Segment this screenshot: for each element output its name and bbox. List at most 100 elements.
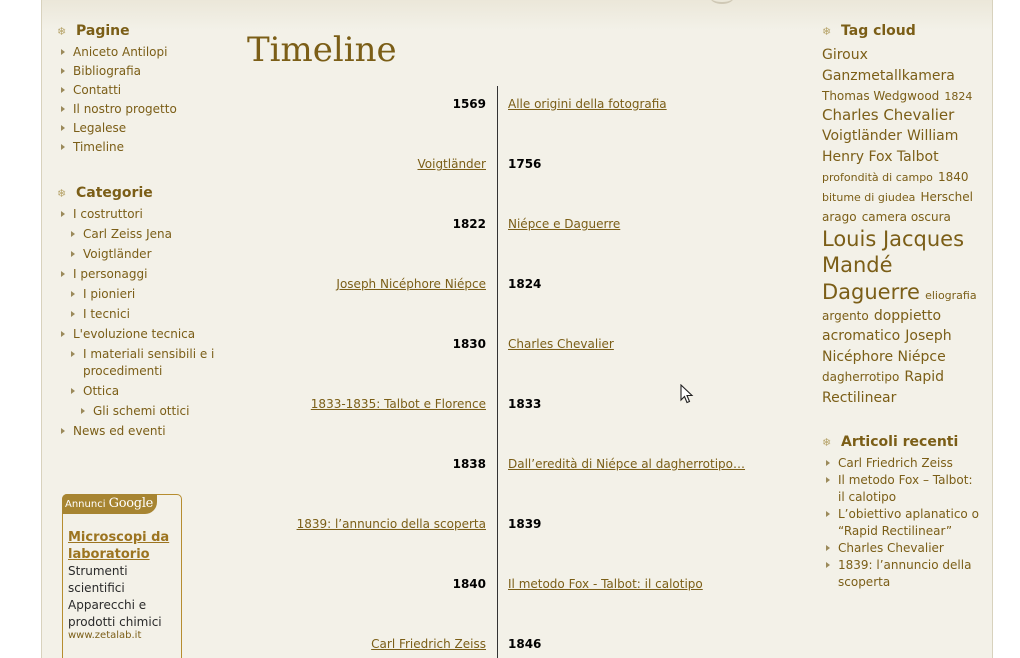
- category-item[interactable]: I pionieri: [57, 286, 217, 303]
- ad-url[interactable]: www.zetalab.it: [68, 630, 141, 641]
- tag-link[interactable]: eliografia: [925, 289, 977, 302]
- bullet-arrow-icon: [61, 106, 65, 112]
- category-link[interactable]: I pionieri: [83, 287, 135, 301]
- mouse-cursor-icon: [680, 384, 694, 404]
- categories-list: I costruttori Carl Zeiss Jena Voigtländer I…: [57, 206, 217, 440]
- tag-link[interactable]: Herschel: [920, 190, 973, 204]
- bullet-arrow-icon: [71, 388, 75, 394]
- category-link[interactable]: I personaggi: [73, 267, 147, 281]
- page-title: Timeline: [247, 30, 397, 70]
- timeline-entry: 1838 Dall’eredità di Niépce al dagherroti…: [242, 457, 802, 477]
- category-link[interactable]: Gli schemi ottici: [93, 404, 189, 418]
- category-link[interactable]: Ottica: [83, 384, 119, 398]
- tag-link[interactable]: Ganzmetallkamera: [822, 68, 955, 84]
- timeline-year: 1569: [452, 97, 486, 111]
- pages-item[interactable]: Legalese: [57, 120, 217, 137]
- timeline-article-link[interactable]: Carl Friedrich Zeiss: [371, 637, 486, 651]
- tag-link[interactable]: bitume di giudea: [822, 191, 915, 204]
- google-ad-box: Annunci Google Microscopi da laboratorio…: [62, 494, 182, 658]
- category-item[interactable]: Ottica: [57, 383, 217, 400]
- timeline-article-link[interactable]: 1839: l’annuncio della scoperta: [297, 517, 486, 531]
- category-item[interactable]: I personaggi: [57, 266, 217, 283]
- bullet-arrow-icon: [61, 271, 65, 277]
- timeline-entry: 1833-1835: Talbot e Florence 1833: [242, 397, 802, 417]
- timeline-article-link[interactable]: Il metodo Fox - Talbot: il calotipo: [508, 577, 703, 591]
- snowflake-icon: ❄: [822, 436, 832, 450]
- recent-widget-title: ❄ Articoli recenti: [822, 434, 959, 451]
- category-link[interactable]: News ed eventi: [73, 424, 166, 438]
- timeline-article-link[interactable]: Joseph Nicéphore Niépce: [336, 277, 486, 291]
- category-item[interactable]: I tecnici: [57, 306, 217, 323]
- category-link[interactable]: L'evoluzione tecnica: [73, 327, 195, 341]
- timeline-article-link[interactable]: Niépce e Daguerre: [508, 217, 620, 231]
- recent-post-link[interactable]: Il metodo Fox – Talbot: il calotipo: [838, 473, 973, 504]
- bullet-arrow-icon: [61, 428, 65, 434]
- pages-link[interactable]: Aniceto Antilopi: [73, 45, 167, 59]
- pages-item[interactable]: Aniceto Antilopi: [57, 44, 217, 61]
- pages-link[interactable]: Il nostro progetto: [73, 102, 177, 116]
- category-item[interactable]: I costruttori: [57, 206, 217, 223]
- category-item[interactable]: Gli schemi ottici: [57, 403, 217, 420]
- pages-link[interactable]: Legalese: [73, 121, 126, 135]
- bullet-arrow-icon: [826, 545, 830, 552]
- tag-link[interactable]: profondità di campo: [822, 171, 933, 184]
- tag-link[interactable]: 1824: [944, 90, 972, 103]
- category-item[interactable]: Carl Zeiss Jena: [57, 226, 217, 243]
- recent-post-item[interactable]: Carl Friedrich Zeiss: [822, 455, 982, 472]
- timeline-article-link[interactable]: Voigtländer: [417, 157, 486, 171]
- tag-link[interactable]: 1840: [938, 170, 969, 184]
- pages-link[interactable]: Timeline: [73, 140, 124, 154]
- pages-item[interactable]: Il nostro progetto: [57, 101, 217, 118]
- recent-post-item[interactable]: Charles Chevalier: [822, 540, 982, 557]
- bullet-arrow-icon: [71, 311, 75, 317]
- bullet-arrow-icon: [61, 144, 65, 150]
- category-link[interactable]: I tecnici: [83, 307, 130, 321]
- category-item[interactable]: News ed eventi: [57, 423, 217, 440]
- bullet-arrow-icon: [61, 211, 65, 217]
- timeline-article-link[interactable]: Alle origini della fotografia: [508, 97, 667, 111]
- tag-link[interactable]: camera oscura: [862, 210, 951, 224]
- pages-link[interactable]: Bibliografia: [73, 64, 141, 78]
- category-item[interactable]: L'evoluzione tecnica: [57, 326, 217, 343]
- recent-post-item[interactable]: L’obiettivo aplanatico o “Rapid Rectilin…: [822, 506, 982, 540]
- bullet-arrow-icon: [71, 291, 75, 297]
- timeline-article-link[interactable]: Dall’eredità di Niépce al dagherrotipo…: [508, 457, 745, 471]
- pages-widget-title: ❄ Pagine: [57, 23, 130, 39]
- tag-link[interactable]: Voigtländer: [822, 128, 902, 144]
- tag-link[interactable]: Charles Chevalier: [822, 106, 954, 124]
- snowflake-icon: ❄: [57, 187, 67, 200]
- ad-header: Annunci Google: [62, 494, 157, 514]
- recent-post-link[interactable]: 1839: l’annuncio della scoperta: [838, 558, 971, 589]
- recent-post-link[interactable]: L’obiettivo aplanatico o “Rapid Rectilin…: [838, 507, 979, 538]
- bullet-arrow-icon: [61, 331, 65, 337]
- tag-link[interactable]: dagherrotipo: [822, 370, 899, 384]
- category-item[interactable]: I materiali sensibili e i procedimenti: [57, 346, 217, 380]
- tag-link[interactable]: argento: [822, 309, 869, 323]
- recent-post-link[interactable]: Carl Friedrich Zeiss: [838, 456, 953, 470]
- timeline-entry: Voigtländer 1756: [242, 157, 802, 177]
- pages-link[interactable]: Contatti: [73, 83, 121, 97]
- pages-item[interactable]: Timeline: [57, 139, 217, 156]
- category-link[interactable]: I costruttori: [73, 207, 143, 221]
- recent-post-link[interactable]: Charles Chevalier: [838, 541, 944, 555]
- pages-item[interactable]: Contatti: [57, 82, 217, 99]
- category-item[interactable]: Voigtländer: [57, 246, 217, 263]
- timeline-article-link[interactable]: 1833-1835: Talbot e Florence: [311, 397, 486, 411]
- google-logo: Google: [108, 496, 154, 511]
- tag-link[interactable]: arago: [822, 210, 857, 224]
- pages-item[interactable]: Bibliografia: [57, 63, 217, 80]
- recent-post-item[interactable]: Il metodo Fox – Talbot: il calotipo: [822, 472, 982, 506]
- timeline-article-link[interactable]: Charles Chevalier: [508, 337, 614, 351]
- tagcloud-widget-title: ❄ Tag cloud: [822, 23, 916, 39]
- tag-link[interactable]: Thomas Wedgwood: [822, 89, 939, 103]
- category-link[interactable]: Carl Zeiss Jena: [83, 227, 172, 241]
- right-sidebar: ❄ Tag cloud Giroux Ganzmetallkamera Thoma…: [822, 22, 982, 591]
- category-link[interactable]: Voigtländer: [83, 247, 152, 261]
- category-link[interactable]: I materiali sensibili e i procedimenti: [83, 347, 214, 378]
- recent-post-item[interactable]: 1839: l’annuncio della scoperta: [822, 557, 982, 591]
- timeline-entry: Joseph Nicéphore Niépce 1824: [242, 277, 802, 297]
- tag-link[interactable]: Giroux: [822, 47, 868, 63]
- timeline-year: 1838: [452, 457, 486, 471]
- page-container: ❄ Pagine Aniceto Antilopi Bibliografia Co…: [41, 0, 993, 658]
- ad-title-link[interactable]: Microscopi da laboratorio: [68, 529, 180, 563]
